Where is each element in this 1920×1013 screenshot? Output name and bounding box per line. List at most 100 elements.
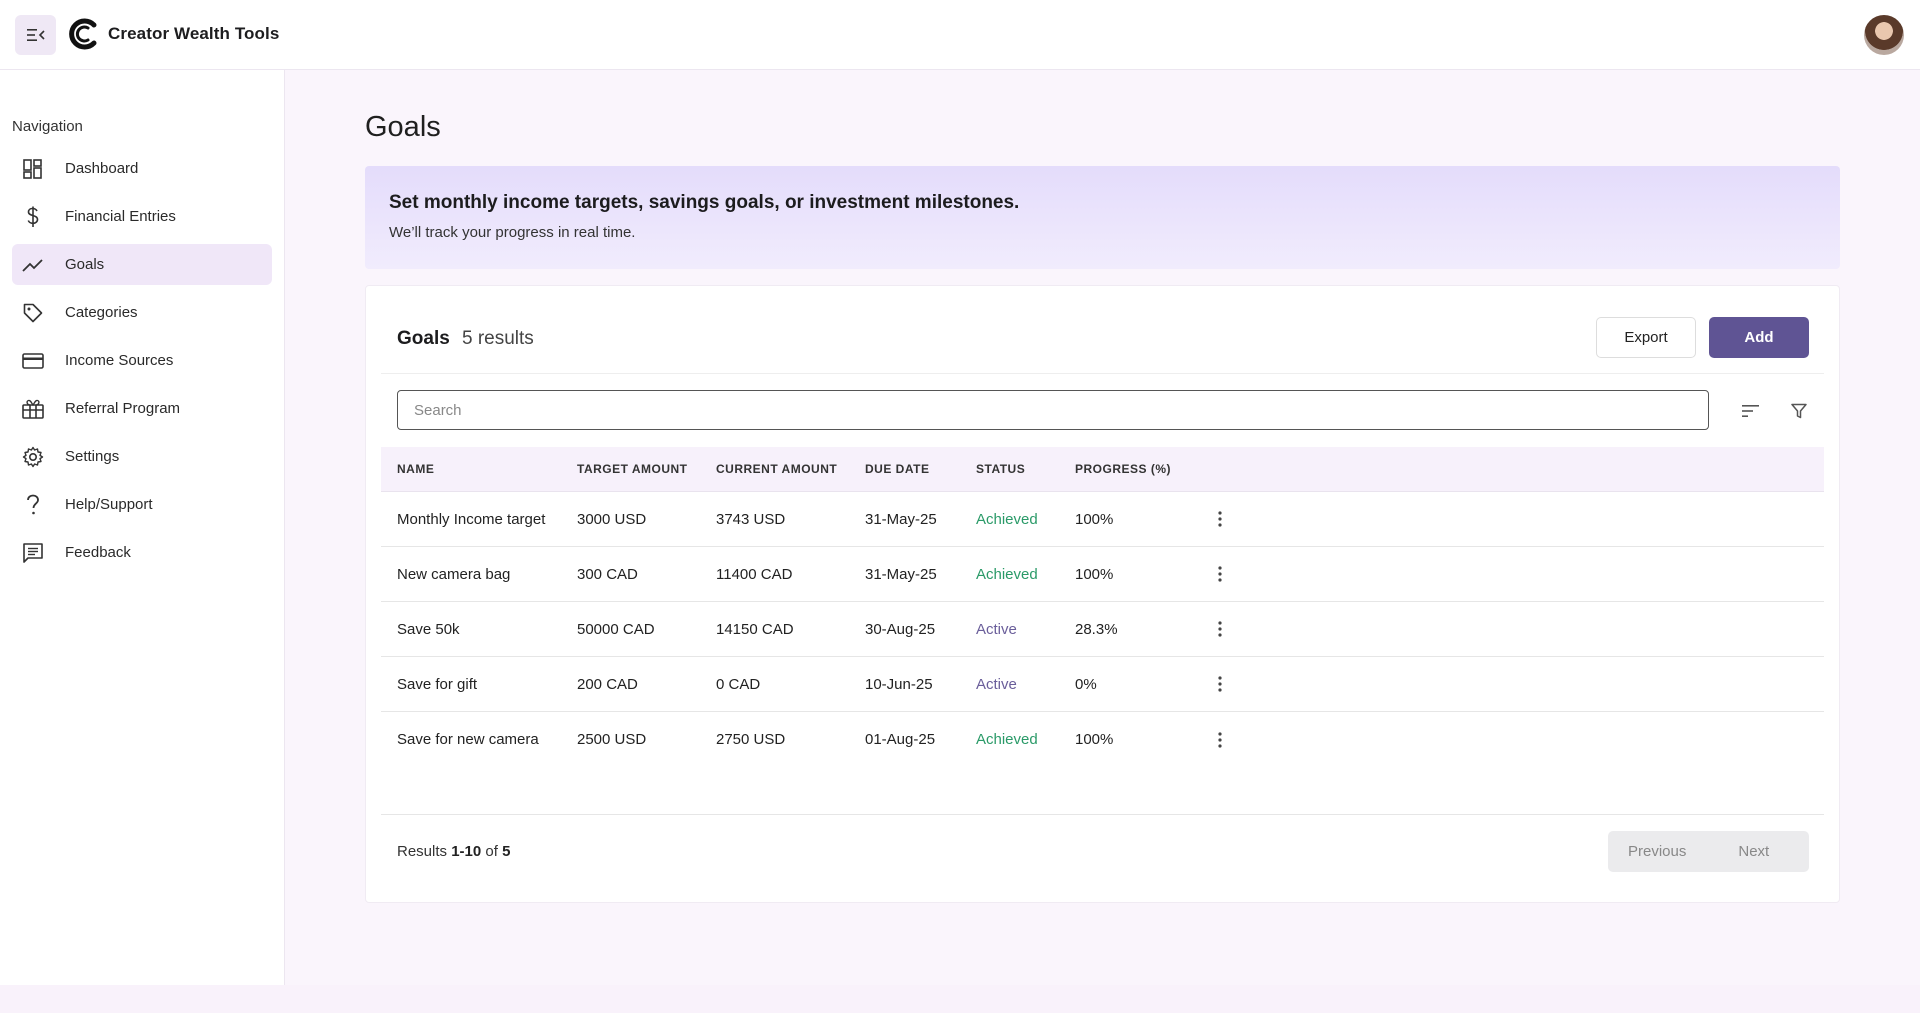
gift-icon [22, 398, 44, 420]
add-goal-button[interactable]: Add [1709, 317, 1809, 358]
menu-collapse-icon [26, 29, 45, 41]
credit-card-icon [22, 350, 44, 372]
cell-name: Save for new camera [397, 731, 539, 748]
pagination-summary: Results 1-10 of 5 [397, 843, 510, 860]
sidebar-item-label: Financial Entries [65, 208, 176, 225]
sidebar-item-financial-entries[interactable]: Financial Entries [12, 196, 272, 237]
row-actions-button[interactable] [1200, 731, 1240, 748]
cell-progress: 28.3% [1075, 620, 1118, 638]
sidebar-item-feedback[interactable]: Feedback [12, 532, 272, 573]
cell-target-amount: 3000 USD [577, 510, 647, 528]
sidebar-item-settings[interactable]: Settings [12, 436, 272, 477]
cell-current-amount: 0 CAD [716, 675, 761, 693]
cell-progress: 100% [1075, 510, 1114, 528]
sidebar-item-label: Feedback [65, 544, 131, 561]
next-page-button[interactable]: Next [1738, 843, 1769, 860]
sidebar-item-label: Income Sources [65, 352, 174, 369]
tag-icon [22, 302, 44, 324]
goals-table: NAME TARGET AMOUNT CURRENT AMOUNT DUE DA… [381, 447, 1824, 767]
cell-name: Save for gift [397, 675, 478, 693]
cell-current-amount: 3743 USD [716, 510, 786, 528]
sidebar-item-dashboard[interactable]: Dashboard [12, 148, 272, 189]
results-range: 1-10 [451, 843, 482, 860]
brand-logo-icon [69, 18, 97, 50]
cell-name: Monthly Income target [397, 510, 546, 528]
export-button[interactable]: Export [1596, 317, 1696, 358]
cell-due-date: 01-Aug-25 [865, 731, 936, 748]
table-row[interactable]: New camera bag 300 CAD 11400 CAD 31-May-… [381, 547, 1824, 602]
cell-progress: 0% [1075, 675, 1097, 693]
results-count: 5 results [462, 328, 534, 349]
row-actions-button[interactable] [1200, 511, 1240, 527]
sidebar-item-income-sources[interactable]: Income Sources [12, 340, 272, 381]
cell-target-amount: 50000 CAD [577, 620, 655, 638]
sidebar-item-categories[interactable]: Categories [12, 292, 272, 333]
search-input[interactable] [397, 390, 1709, 430]
divider [381, 373, 1824, 374]
page-title: Goals [365, 111, 441, 143]
row-actions-button[interactable] [1200, 621, 1240, 637]
table-row[interactable]: Save for gift 200 CAD 0 CAD 10-Jun-25 Ac… [381, 657, 1824, 712]
table-header: NAME TARGET AMOUNT CURRENT AMOUNT DUE DA… [381, 447, 1824, 492]
cell-current-amount: 2750 USD [716, 731, 786, 748]
sidebar-item-label: Settings [65, 448, 120, 465]
table-row[interactable]: Save 50k 50000 CAD 14150 CAD 30-Aug-25 A… [381, 602, 1824, 657]
table-row[interactable]: Save for new camera 2500 USD 2750 USD 01… [381, 712, 1824, 767]
pagination-controls: Previous Next [1608, 831, 1809, 872]
card-title: Goals [397, 328, 450, 349]
cell-name: Save 50k [397, 620, 460, 638]
column-header-progress[interactable]: PROGRESS (%) [1075, 462, 1200, 476]
feedback-icon [22, 542, 44, 564]
cell-due-date: 30-Aug-25 [865, 620, 936, 638]
column-header-target-amount[interactable]: TARGET AMOUNT [577, 462, 716, 476]
column-header-status[interactable]: STATUS [976, 462, 1075, 476]
cell-progress: 100% [1075, 565, 1114, 583]
more-vertical-icon [1218, 731, 1222, 748]
banner-subtitle: We’ll track your progress in real time. [389, 224, 636, 241]
column-header-name[interactable]: NAME [381, 462, 577, 476]
row-actions-button[interactable] [1200, 566, 1240, 582]
app-title: Creator Wealth Tools [108, 24, 280, 43]
status-badge: Active [976, 620, 1017, 638]
status-badge: Achieved [976, 731, 1038, 748]
gear-icon [22, 446, 44, 468]
sidebar-item-help-support[interactable]: Help/Support [12, 484, 272, 525]
sidebar: Navigation Dashboard Financial Entries G… [0, 70, 285, 985]
divider [381, 814, 1824, 815]
nav-list: Dashboard Financial Entries Goals Catego… [12, 148, 272, 580]
sidebar-item-label: Dashboard [65, 160, 139, 177]
cell-target-amount: 200 CAD [577, 675, 638, 693]
cell-due-date: 31-May-25 [865, 565, 937, 583]
column-header-due-date[interactable]: DUE DATE [865, 462, 976, 476]
more-vertical-icon [1218, 566, 1222, 582]
cell-current-amount: 11400 CAD [716, 565, 793, 583]
more-vertical-icon [1218, 676, 1222, 692]
cell-current-amount: 14150 CAD [716, 620, 794, 638]
nav-heading: Navigation [12, 118, 83, 135]
top-bar: Creator Wealth Tools [0, 0, 1920, 70]
question-icon [22, 494, 44, 516]
sidebar-item-referral-program[interactable]: Referral Program [12, 388, 272, 429]
dollar-icon [22, 206, 44, 228]
status-badge: Active [976, 675, 1017, 693]
filter-button[interactable] [1786, 398, 1812, 424]
results-total: 5 [502, 843, 511, 860]
sort-icon [1742, 405, 1759, 417]
filter-icon [1791, 403, 1807, 419]
column-header-current-amount[interactable]: CURRENT AMOUNT [716, 462, 865, 476]
results-of: of [485, 843, 498, 860]
table-row[interactable]: Monthly Income target 3000 USD 3743 USD … [381, 492, 1824, 547]
sort-button[interactable] [1738, 398, 1764, 424]
row-actions-button[interactable] [1200, 676, 1240, 692]
bottom-strip [0, 985, 1920, 1013]
sidebar-item-goals[interactable]: Goals [12, 244, 272, 285]
cell-due-date: 10-Jun-25 [865, 675, 933, 693]
collapse-menu-button[interactable] [15, 15, 56, 55]
user-avatar[interactable] [1864, 15, 1904, 55]
sidebar-item-label: Help/Support [65, 496, 153, 513]
previous-page-button[interactable]: Previous [1628, 843, 1686, 860]
more-vertical-icon [1218, 621, 1222, 637]
trending-up-icon [22, 254, 44, 276]
results-prefix: Results [397, 843, 448, 860]
sidebar-item-label: Goals [65, 256, 105, 273]
